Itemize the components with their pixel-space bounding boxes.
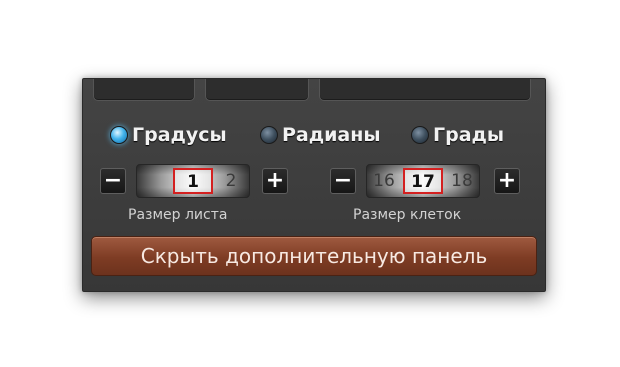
extra-settings-panel: Градусы Радианы Грады − 1 2 + Размер лис…: [82, 78, 546, 292]
angle-mode-label: Градусы: [132, 124, 227, 146]
cell-size-selector[interactable]: 16 17 18: [366, 164, 480, 198]
angle-mode-degrees[interactable]: Градусы: [110, 124, 227, 146]
cell-size-value[interactable]: 18: [447, 165, 477, 197]
top-tab-2[interactable]: [205, 79, 309, 101]
radio-unselected-icon[interactable]: [260, 126, 278, 144]
radio-selected-icon[interactable]: [110, 126, 128, 144]
sheet-size-caption: Размер листа: [128, 207, 228, 223]
radio-unselected-icon[interactable]: [411, 126, 429, 144]
cell-size-value[interactable]: 16: [369, 165, 399, 197]
sheet-size-decrease-button[interactable]: −: [100, 168, 126, 194]
hide-extra-panel-button[interactable]: Скрыть дополнительную панель: [91, 236, 537, 276]
cell-size-increase-button[interactable]: +: [494, 168, 520, 194]
top-tab-3[interactable]: [319, 79, 531, 101]
cell-size-selected-value[interactable]: 17: [403, 168, 443, 194]
angle-mode-radians[interactable]: Радианы: [260, 124, 381, 146]
sheet-size-selected-value[interactable]: 1: [173, 168, 213, 194]
cell-size-caption: Размер клеток: [353, 207, 462, 223]
angle-mode-grads[interactable]: Грады: [411, 124, 504, 146]
angle-mode-label: Радианы: [282, 124, 381, 146]
angle-mode-label: Грады: [433, 124, 505, 146]
top-tab-1[interactable]: [93, 79, 195, 101]
sheet-size-increase-button[interactable]: +: [262, 168, 288, 194]
cell-size-decrease-button[interactable]: −: [330, 168, 356, 194]
sheet-size-selector[interactable]: 1 2: [136, 164, 250, 198]
sheet-size-value[interactable]: 2: [217, 165, 245, 197]
